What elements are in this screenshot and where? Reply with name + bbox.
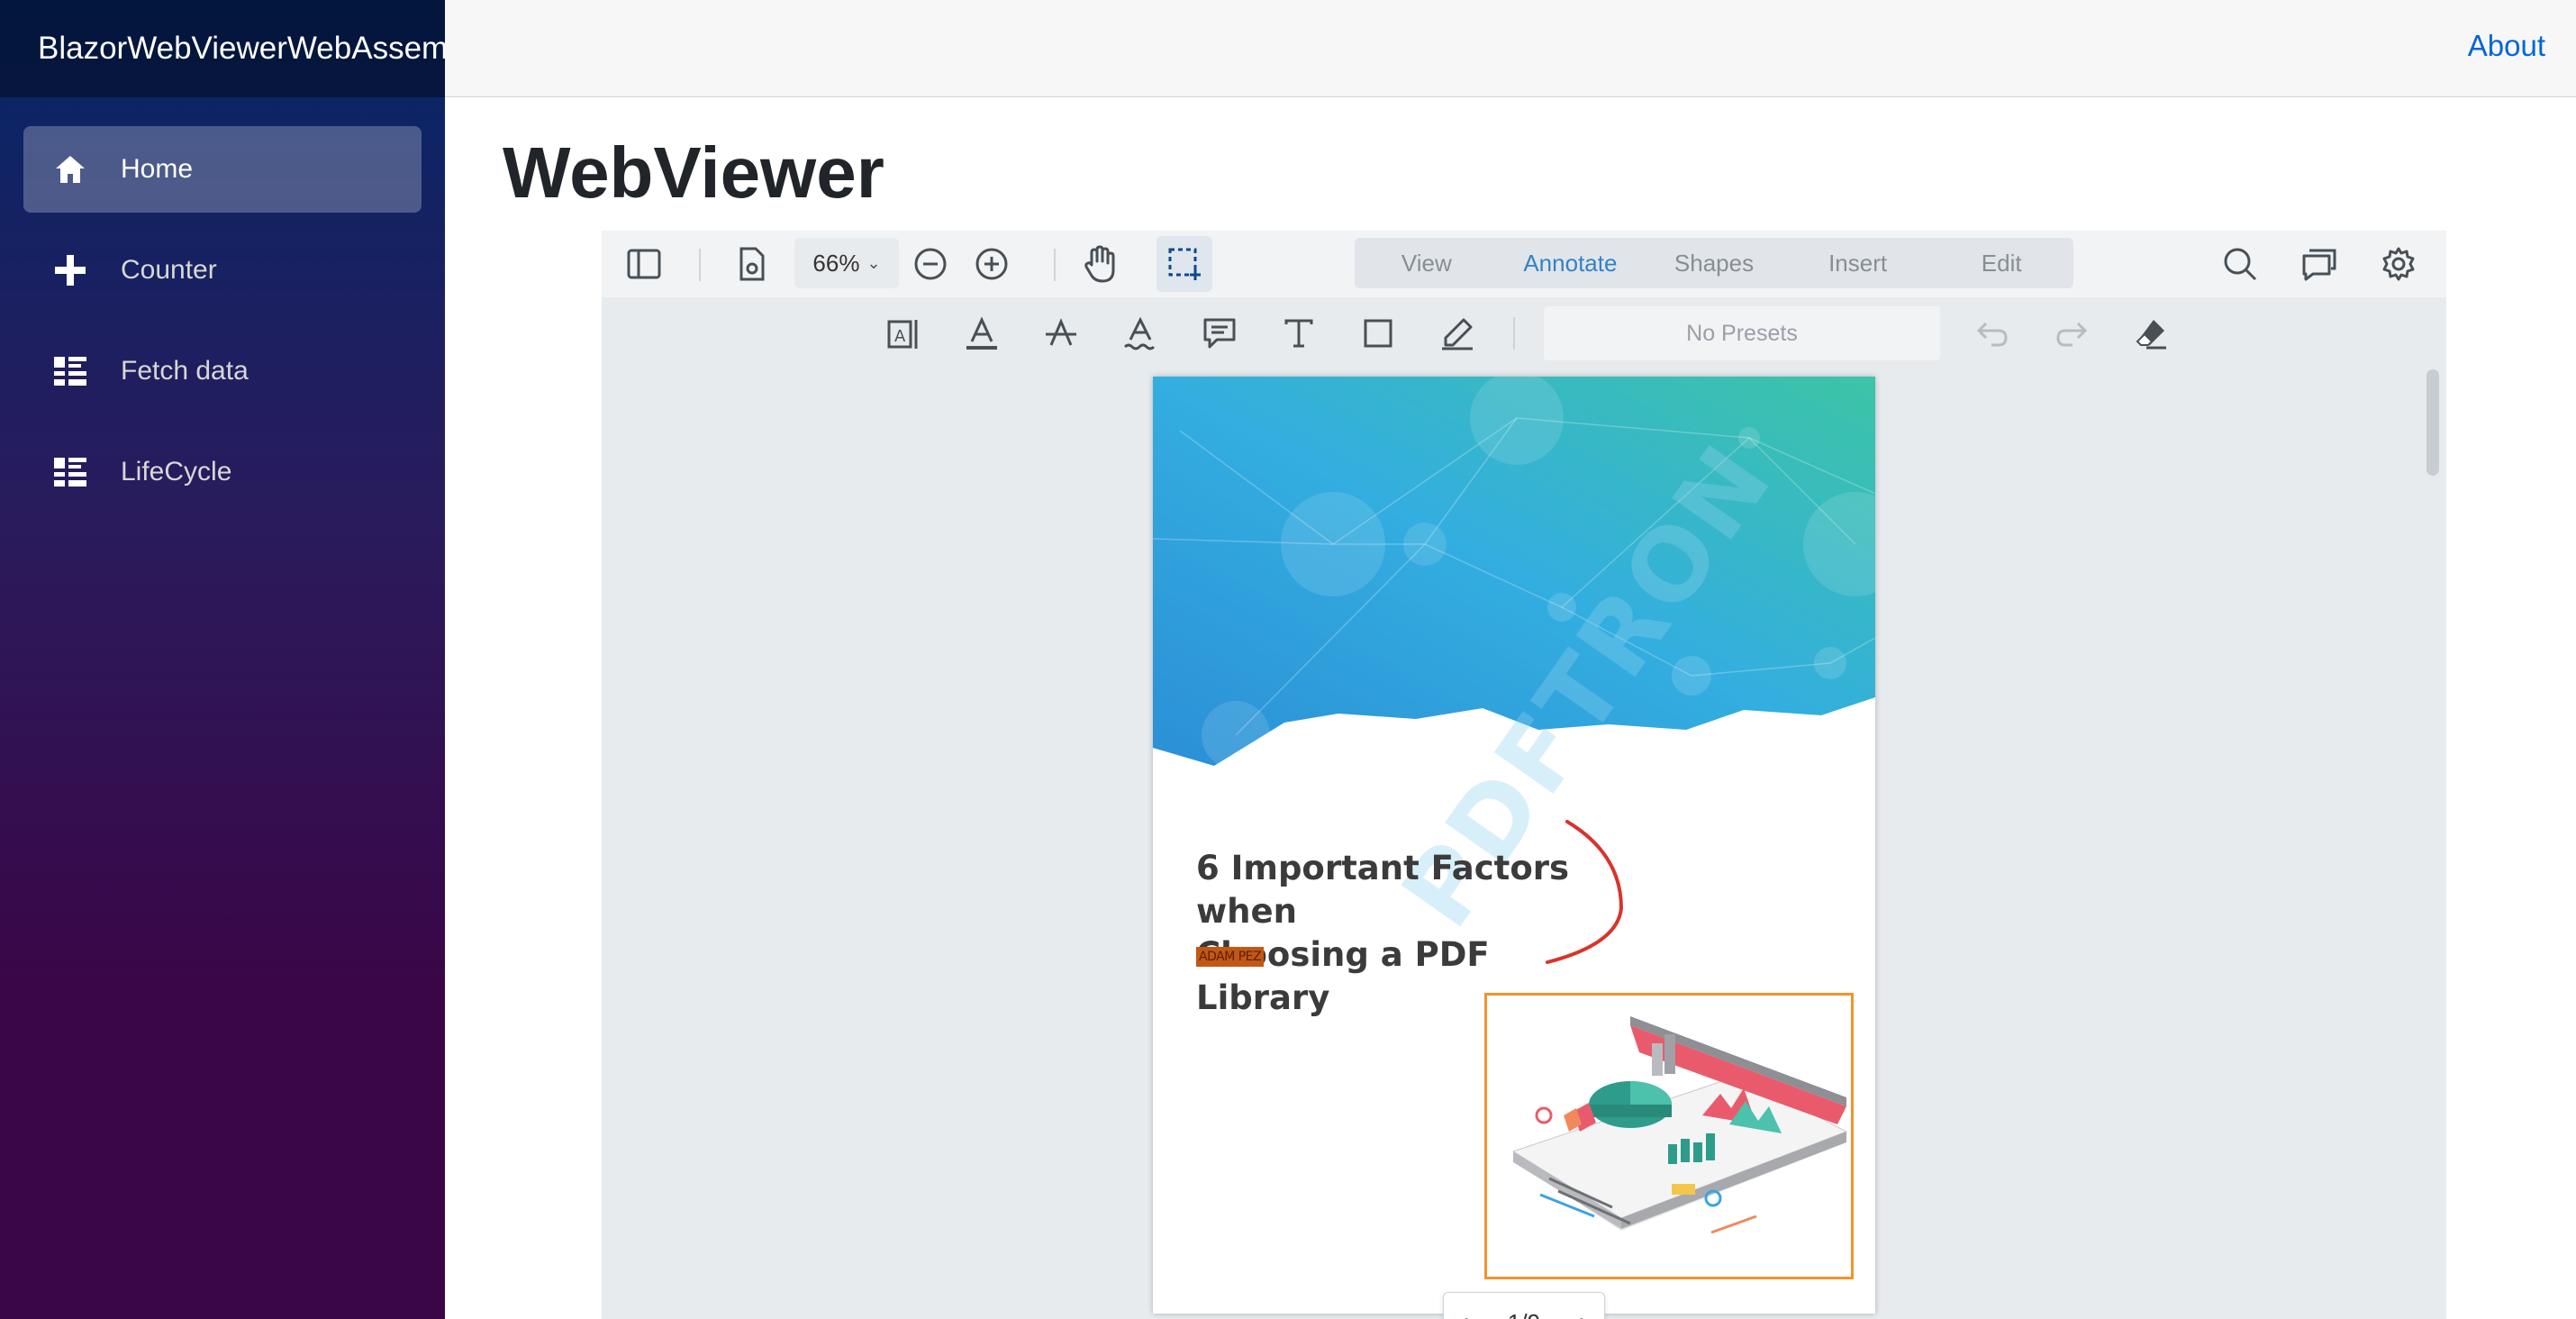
current-page: 1 [1508,1309,1520,1319]
chevron-down-icon: ⌄ [866,253,881,272]
left-panel-toggle-icon[interactable] [623,243,665,285]
notes-panel-icon[interactable] [2299,243,2340,285]
author-highlight-annotation[interactable]: ADAM PEZ [1196,947,1265,967]
sidebar-item-label: Counter [121,255,217,285]
ribbon-tabs: View Annotate Shapes Insert Edit [1355,238,2073,288]
home-icon [50,150,90,189]
presets-label: No Presets [1686,320,1798,346]
page-indicator[interactable]: 1/9 [1508,1309,1540,1319]
freehand-pen-icon[interactable] [1434,310,1481,357]
toolbar-divider [1513,317,1515,350]
eraser-icon[interactable] [2127,310,2174,357]
sidebar: BlazorWebViewerWebAssembly Home Counter … [0,0,445,1319]
sidebar-item-label: Fetch data [121,356,249,386]
sidebar-item-counter[interactable]: Counter [23,227,422,314]
sidebar-item-lifecycle[interactable]: LifeCycle [23,429,422,515]
webviewer: 66% ⌄ View Annotate Shapes Insert Edit A… [602,231,2446,1319]
undo-icon[interactable] [1969,310,2016,357]
zoom-in-icon[interactable] [971,243,1012,285]
tab-shapes[interactable]: Shapes [1642,250,1786,277]
sidebar-item-home[interactable]: Home [23,126,422,213]
search-icon[interactable] [2219,243,2261,285]
sidebar-item-label: LifeCycle [121,457,232,487]
vertical-scrollbar[interactable] [2426,369,2439,476]
strikeout-text-icon[interactable] [1038,310,1084,357]
text-tool-icon[interactable] [1275,310,1322,357]
view-controls-icon[interactable] [731,243,773,285]
document-container[interactable]: PDFTRON 6 Important Factors when Choosin… [602,369,2446,1319]
tab-insert[interactable]: Insert [1786,250,1930,277]
list-icon [50,351,90,391]
page-separator: / [1520,1309,1527,1319]
chevron-right-icon[interactable]: › [1579,1307,1588,1319]
pan-tool-icon[interactable] [1077,241,1122,287]
sidebar-item-fetch-data[interactable]: Fetch data [23,328,422,414]
viewer-header: 66% ⌄ View Annotate Shapes Insert Edit [602,231,2446,297]
page-navigation: ‹ 1/9 › [1443,1292,1605,1319]
svg-text:A: A [894,327,906,346]
total-pages: 9 [1528,1309,1540,1319]
tab-view[interactable]: View [1355,250,1499,277]
highlight-text-icon[interactable] [958,310,1005,357]
style-presets: No Presets [1544,306,1940,360]
free-text-annotation-icon[interactable]: A [879,310,926,357]
plus-icon [50,250,90,290]
about-link[interactable]: About [2468,29,2545,63]
marquee-zoom-icon[interactable] [1156,236,1212,292]
redo-icon[interactable] [2048,310,2095,357]
rectangle-shape-icon[interactable] [1355,310,1401,357]
settings-gear-icon[interactable] [2378,243,2419,285]
header-divider [699,249,701,281]
squiggly-text-icon[interactable] [1117,310,1164,357]
sidebar-item-label: Home [121,154,194,184]
tab-annotate[interactable]: Annotate [1499,250,1643,277]
list-icon [50,452,90,492]
comment-note-icon[interactable] [1196,310,1243,357]
zoom-value: 66% [812,249,860,277]
pdf-page[interactable]: PDFTRON 6 Important Factors when Choosin… [1153,377,1875,1314]
brand-bar: BlazorWebViewerWebAssembly [0,0,445,97]
tab-edit[interactable]: Edit [1929,250,2073,277]
zoom-dropdown[interactable]: 66% ⌄ [794,238,899,288]
chevron-left-icon[interactable]: ‹ [1460,1307,1469,1319]
nav-menu: Home Counter Fetch data LifeCycle [0,97,445,515]
app-brand[interactable]: BlazorWebViewerWebAssembly [38,31,445,67]
selected-annotation-box[interactable] [1484,993,1854,1279]
header-divider [1054,249,1056,281]
annotate-toolbar: A No Presets [602,297,2446,369]
document-title-line: 6 Important Factors when [1196,849,1570,931]
zoom-out-icon[interactable] [910,243,951,285]
top-row: About [445,0,2576,97]
page-title: WebViewer [503,132,884,213]
